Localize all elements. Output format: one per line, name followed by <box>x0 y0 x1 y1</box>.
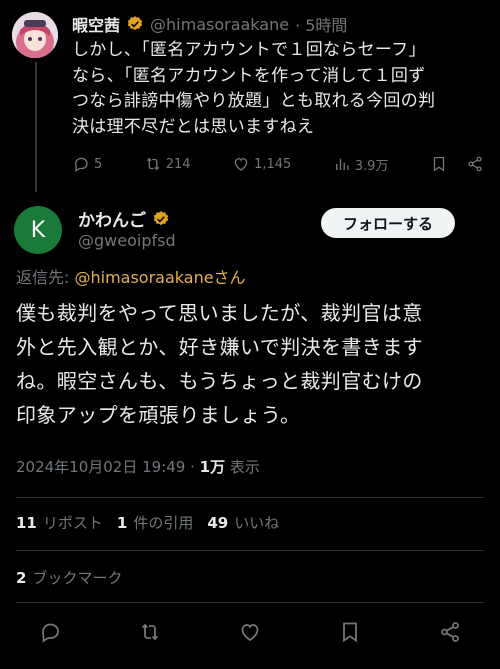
tweet-text-line: 僕も裁判をやって思いましたが、裁判官は意 <box>16 301 423 325</box>
heart-icon <box>234 158 248 171</box>
tweet-text-line: なら、「匿名アカウントを作って消して１回ず <box>72 65 426 86</box>
avatar-letter: K <box>30 217 46 243</box>
bookmark-button[interactable] <box>338 620 362 644</box>
author-handle[interactable]: @gweoipfsd <box>78 231 176 250</box>
tweet-time[interactable]: · 5時間 <box>295 12 347 36</box>
chart-bar-icon <box>335 158 349 170</box>
tweet-actions: 5 214 1,145 3.9万 <box>72 152 484 176</box>
tweet-timestamp[interactable]: 2024年10月02日 19:49 · <box>16 458 200 476</box>
bookmarks-stat[interactable]: 2 ブックマーク <box>16 567 122 588</box>
repost-count: 214 <box>165 156 191 172</box>
author-name-row: かわんご <box>78 206 170 231</box>
bookmark-icon <box>343 622 357 643</box>
tweet-text: 僕も裁判をやって思いましたが、裁判官は意 外と先入観とか、好き嫌いで判決を書きま… <box>16 296 486 432</box>
verified-badge-icon <box>152 210 170 228</box>
share-button[interactable] <box>466 155 484 173</box>
parent-tweet[interactable]: 暇空茜 @himasoraakane · 5時間 しかし、「匿名アカウントで１回… <box>0 0 500 192</box>
quote-label: 件の引用 <box>133 514 194 532</box>
share-button[interactable] <box>438 620 462 644</box>
tweet-text-line: 決は理不尽だとは思いますねえ <box>72 116 315 137</box>
tweet-text-line: しかし、「匿名アカウントで１回ならセーフ」 <box>72 40 426 60</box>
reply-context: 返信先: @himasoraakaneさん <box>16 264 246 288</box>
tweet-text-line: 外と先入観とか、好き嫌いで判決を書きます <box>16 335 423 359</box>
avatar[interactable]: K <box>14 206 62 254</box>
reply-button[interactable]: 5 <box>72 155 102 173</box>
reply-button[interactable] <box>38 620 62 644</box>
tweet-text-line: ね。暇空さんも、もうちょっと裁判官むけの <box>16 369 423 393</box>
quote-count: 1 <box>116 514 128 532</box>
repost-count: 11 <box>16 514 37 532</box>
likes-stat[interactable]: 49 いいね <box>207 512 279 533</box>
like-count: 49 <box>207 514 229 532</box>
divider <box>16 602 484 603</box>
repost-icon <box>146 157 159 171</box>
repost-label: リポスト <box>42 514 103 532</box>
tweet-text: しかし、「匿名アカウントで１回ならセーフ」 なら、「匿名アカウントを作って消して… <box>72 38 488 140</box>
reposts-stat[interactable]: 11 リポスト <box>16 512 103 533</box>
quotes-stat[interactable]: 1 件の引用 <box>117 512 193 533</box>
like-label: いいね <box>234 514 280 532</box>
repost-button[interactable]: 214 <box>144 155 191 173</box>
author-name[interactable]: かわんご <box>78 206 146 231</box>
tweet-actions <box>38 619 462 645</box>
action-group <box>430 155 484 173</box>
reply-count: 5 <box>94 156 103 172</box>
views-label: 表示 <box>225 458 260 476</box>
bookmark-count: 2 <box>16 569 27 587</box>
author-name[interactable]: 暇空茜 <box>72 12 120 36</box>
bookmark-button[interactable] <box>430 155 448 173</box>
divider <box>16 550 484 551</box>
like-button[interactable]: 1,145 <box>232 155 291 173</box>
tweet-text-line: 印象アップを頑張りましょう。 <box>16 403 301 427</box>
share-icon <box>441 622 459 642</box>
reply-icon <box>75 157 88 173</box>
reply-prefix: 返信先: <box>16 268 75 287</box>
tweet-meta: 2024年10月02日 19:49 · 1万 表示 <box>16 456 260 477</box>
repost-button[interactable] <box>138 620 162 644</box>
tweet-header: 暇空茜 @himasoraakane · 5時間 <box>72 12 347 36</box>
heart-icon <box>241 624 259 642</box>
divider <box>16 497 484 498</box>
views-count: 1万 <box>199 458 226 476</box>
repost-icon <box>141 623 159 641</box>
bookmark-label: ブックマーク <box>32 569 123 587</box>
share-icon <box>468 156 482 172</box>
views-button[interactable]: 3.9万 <box>333 155 389 174</box>
tweet-text-line: つなら誹謗中傷やり放題」とも取れる今回の判 <box>72 91 436 111</box>
thread-line <box>35 62 37 192</box>
bookmark-icon <box>433 156 445 172</box>
view-count: 3.9万 <box>354 158 389 174</box>
reply-mention-link[interactable]: @himasoraakaneさん <box>74 268 245 287</box>
engagement-stats: 11 リポスト 1 件の引用 49 いいね <box>16 512 279 533</box>
author-handle[interactable]: @himasoraakane <box>150 15 289 34</box>
follow-button[interactable]: フォローする <box>321 208 455 238</box>
reply-icon <box>42 623 59 643</box>
like-count: 1,145 <box>254 156 292 172</box>
avatar[interactable] <box>12 12 58 58</box>
like-button[interactable] <box>238 620 262 644</box>
verified-badge-icon <box>126 15 144 33</box>
